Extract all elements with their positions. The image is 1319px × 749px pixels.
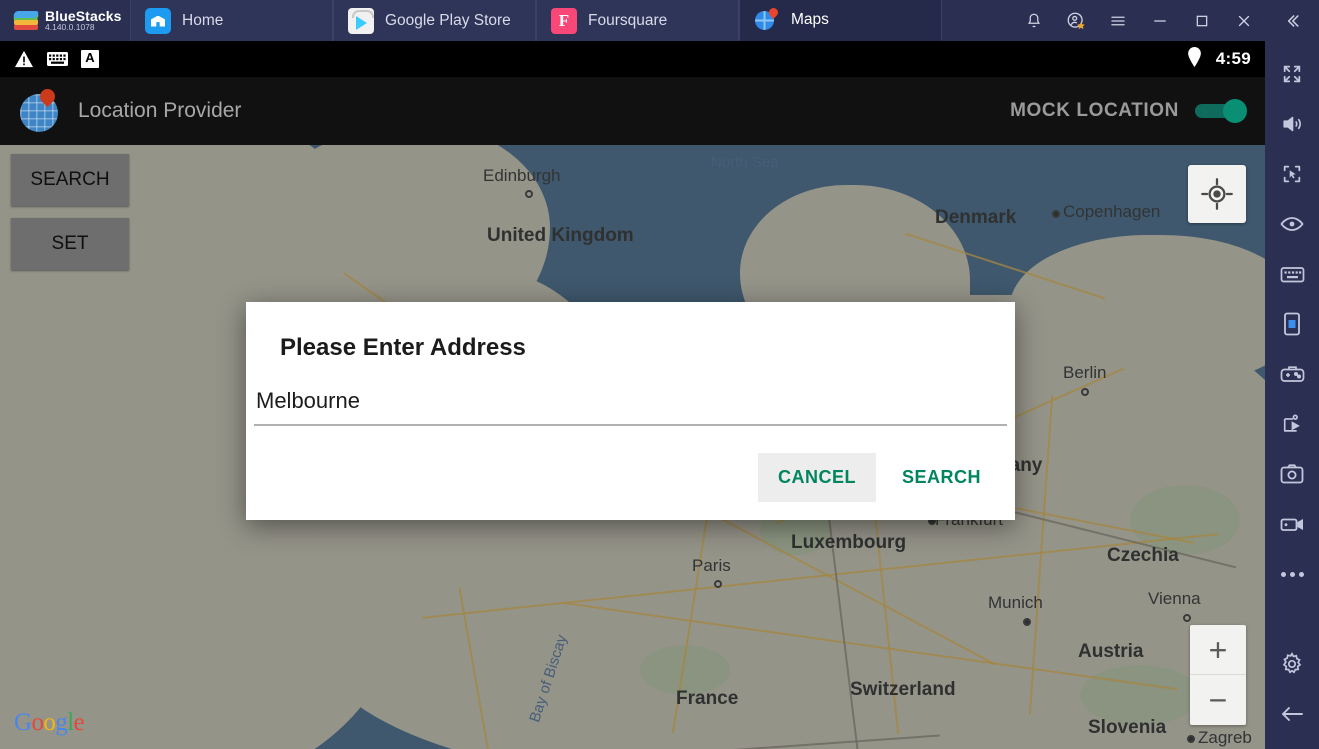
location-pin-icon [1187, 46, 1202, 72]
google-attribution-logo: Google [14, 709, 85, 736]
more-options-icon[interactable] [1265, 549, 1319, 599]
eye-icon[interactable] [1265, 199, 1319, 249]
tab-strip: Home Google Play Store Foursquare Maps [130, 0, 942, 41]
search-button[interactable]: SEARCH [11, 154, 129, 206]
mock-location-toggle[interactable] [1195, 99, 1247, 123]
fullscreen-icon[interactable] [1265, 49, 1319, 99]
address-input-wrap [254, 384, 1007, 426]
bluestacks-titlebar: BlueStacks 4.140.0.1078 Home Google Play… [0, 0, 1319, 41]
macro-recorder-icon[interactable] [1265, 399, 1319, 449]
app-root: BlueStacks 4.140.0.1078 Home Google Play… [0, 0, 1319, 749]
home-icon [145, 7, 171, 34]
brand-version: 4.140.0.1078 [45, 22, 95, 33]
minimize-icon[interactable] [1139, 0, 1181, 41]
maximize-icon[interactable] [1181, 0, 1223, 41]
gamepad-icon[interactable] [1265, 349, 1319, 399]
my-location-crosshair-icon[interactable] [1188, 165, 1246, 223]
maps-globe-icon [754, 5, 780, 33]
notifications-bell-icon[interactable] [1013, 0, 1055, 41]
foursquare-icon [551, 7, 577, 34]
tab-maps[interactable]: Maps [739, 0, 942, 41]
address-dialog: Please Enter Address CANCEL SEARCH [246, 302, 1015, 520]
tab-maps-label: Maps [791, 10, 829, 28]
settings-gear-icon[interactable] [1265, 639, 1319, 689]
location-provider-globe-pin-icon [18, 85, 64, 134]
tab-foursquare[interactable]: Foursquare [536, 0, 739, 41]
brand-name: BlueStacks [45, 7, 122, 24]
dialog-cancel-button[interactable]: CANCEL [757, 453, 876, 502]
android-status-bar: A 4:59 [0, 41, 1265, 77]
input-underline [254, 424, 1007, 426]
collapse-sidebar-icon[interactable] [1265, 0, 1319, 41]
play-store-icon [348, 7, 374, 34]
screenshot-camera-icon[interactable] [1265, 449, 1319, 499]
dialog-search-button[interactable]: SEARCH [882, 453, 1001, 502]
hamburger-menu-icon[interactable] [1097, 0, 1139, 41]
tab-google-play-store[interactable]: Google Play Store [333, 0, 536, 41]
mock-location-label: MOCK LOCATION [1010, 100, 1179, 121]
map-action-buttons: SEARCH SET [11, 154, 129, 282]
back-arrow-icon[interactable] [1265, 689, 1319, 739]
app-bar: Location Provider MOCK LOCATION [0, 77, 1265, 145]
multi-instance-icon[interactable] [1265, 149, 1319, 199]
zoom-out-button[interactable]: − [1190, 675, 1246, 725]
tab-foursquare-label: Foursquare [588, 11, 668, 29]
keyboard-icon [47, 52, 68, 66]
window-controls [1013, 0, 1319, 41]
zoom-controls: + − [1190, 625, 1246, 725]
bluestacks-logo-icon [12, 10, 40, 31]
set-button[interactable]: SET [11, 218, 129, 270]
account-star-icon[interactable] [1055, 0, 1097, 41]
keyboard-controls-icon[interactable] [1265, 249, 1319, 299]
close-icon[interactable] [1223, 0, 1265, 41]
dialog-title: Please Enter Address [280, 334, 526, 361]
tab-google-play-store-label: Google Play Store [385, 11, 511, 29]
volume-icon[interactable] [1265, 99, 1319, 149]
tab-home[interactable]: Home [130, 0, 333, 41]
status-time: 4:59 [1215, 49, 1251, 68]
rotate-screen-icon[interactable] [1265, 299, 1319, 349]
dialog-actions: CANCEL SEARCH [757, 453, 1001, 502]
warning-triangle-icon [14, 50, 34, 68]
ime-a-icon: A [81, 50, 99, 68]
tab-home-label: Home [182, 11, 224, 29]
screen-record-icon[interactable] [1265, 499, 1319, 549]
bluestacks-tool-rail [1265, 41, 1319, 749]
bluestacks-brand: BlueStacks 4.140.0.1078 [0, 0, 130, 41]
app-title: Location Provider [78, 99, 242, 122]
address-input[interactable] [254, 384, 1007, 424]
zoom-in-button[interactable]: + [1190, 625, 1246, 675]
